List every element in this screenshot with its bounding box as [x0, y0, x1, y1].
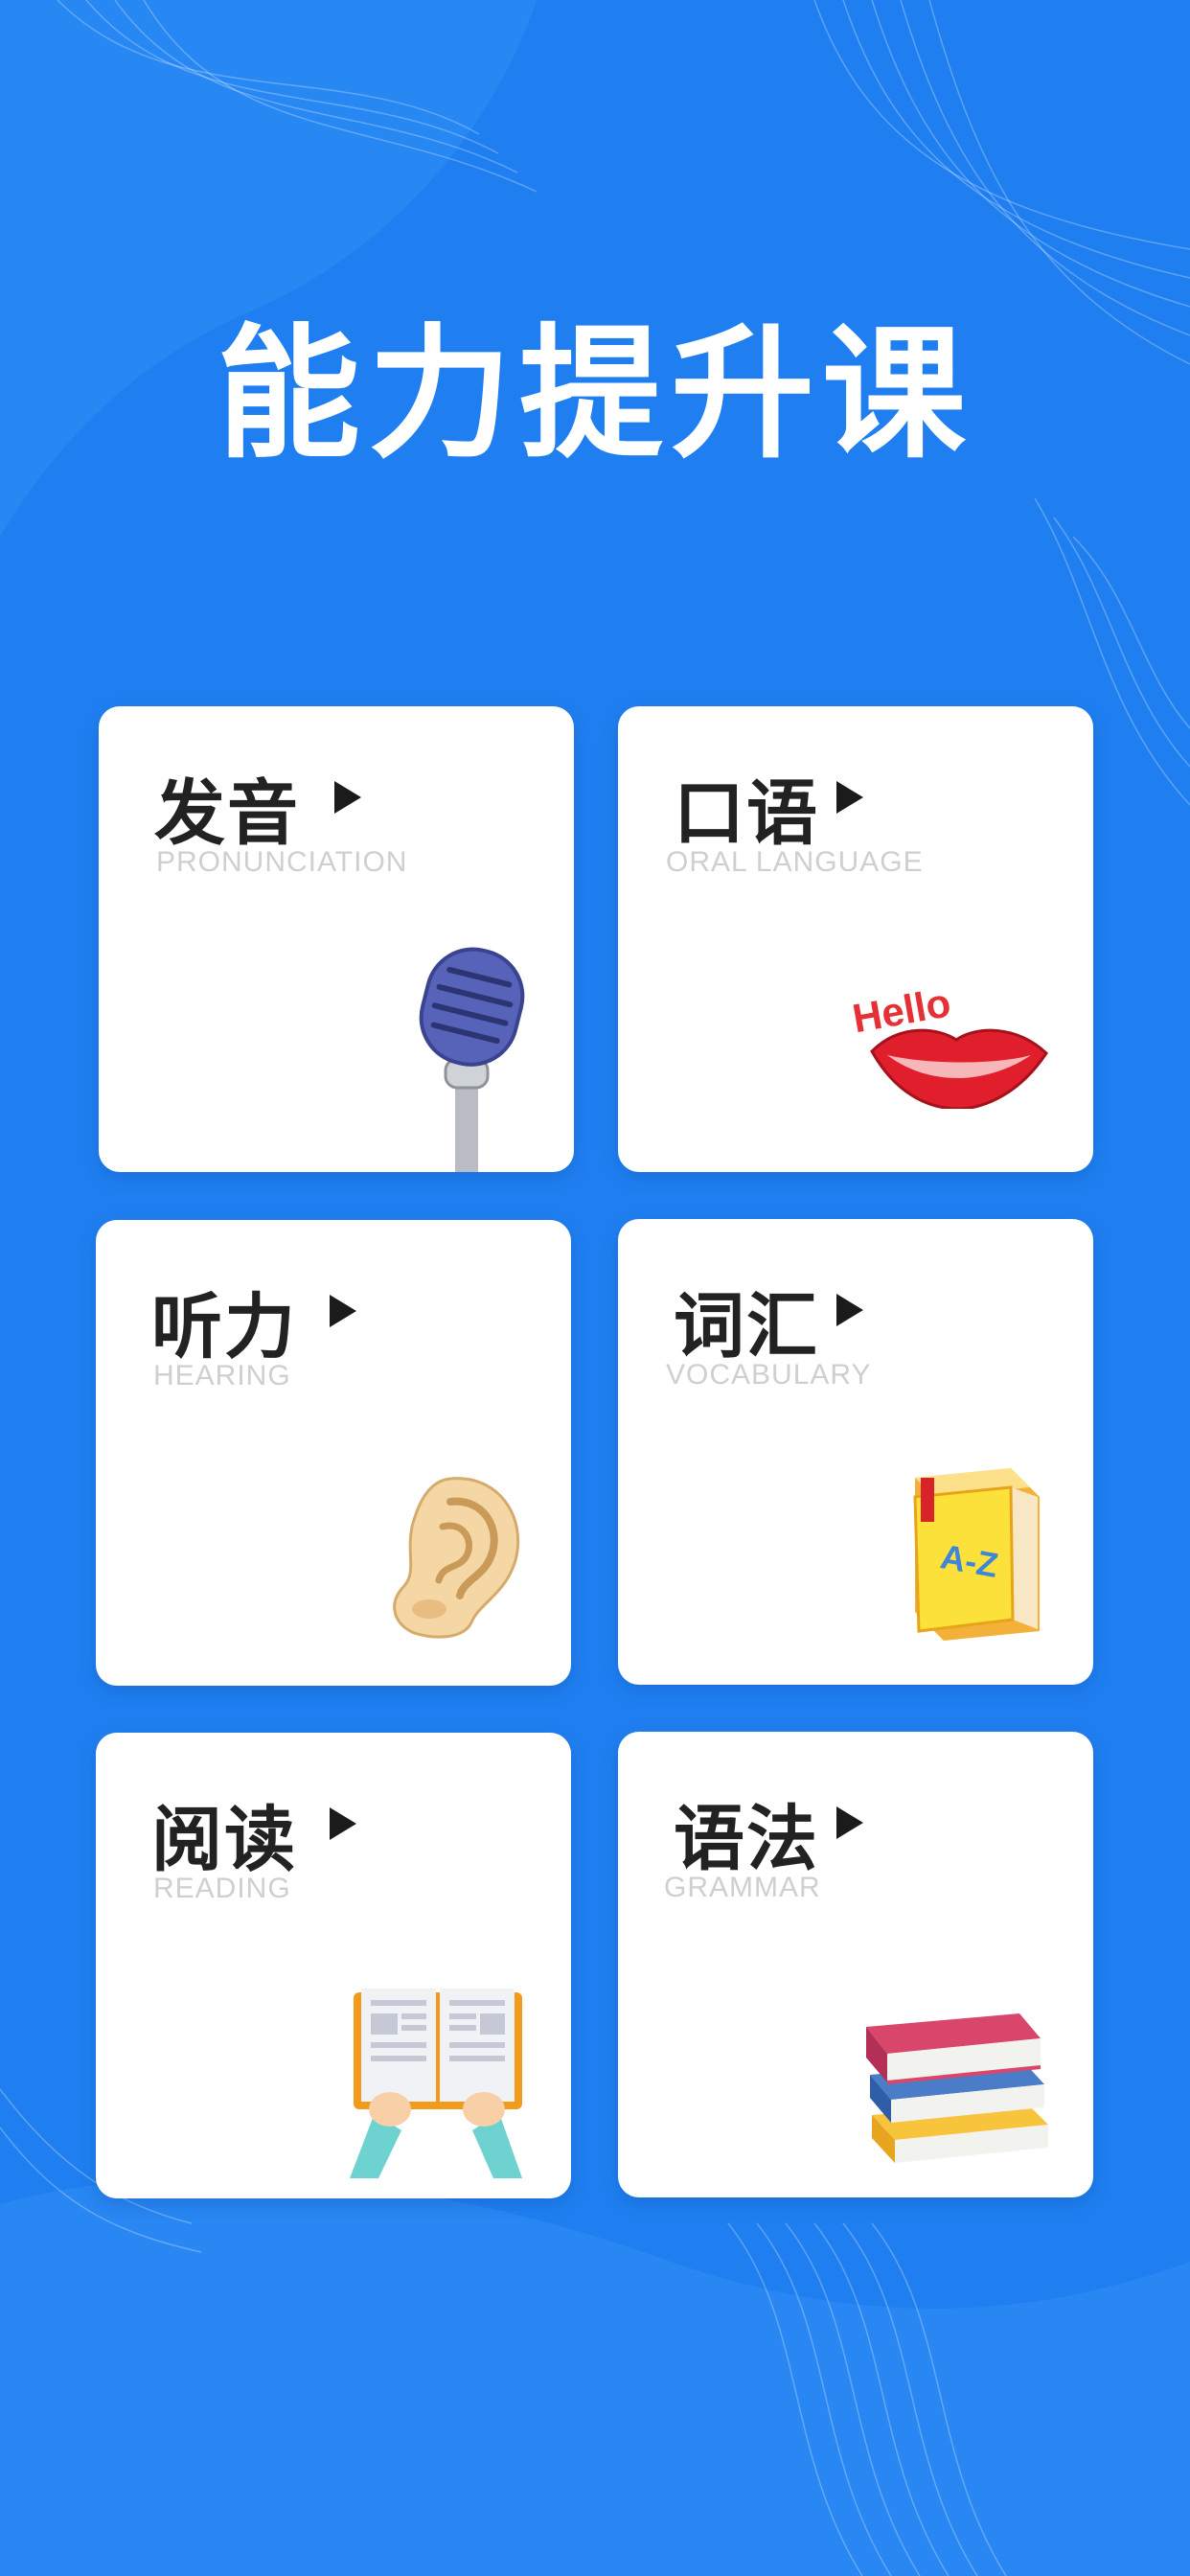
- play-arrow-icon: [334, 781, 361, 814]
- play-arrow-icon: [330, 1295, 356, 1327]
- card-title: 听力: [151, 1286, 297, 1368]
- card-reading[interactable]: 阅读 READING: [96, 1733, 571, 2198]
- card-subtitle: ORAL LANGUAGE: [666, 846, 924, 878]
- card-subtitle: VOCABULARY: [666, 1359, 872, 1391]
- ear-icon: [393, 1477, 520, 1639]
- card-title: 词汇: [674, 1285, 819, 1368]
- az-dictionary-icon: A-Z: [913, 1468, 1040, 1641]
- microphone-icon: [419, 947, 525, 1172]
- play-arrow-icon: [836, 1294, 863, 1326]
- card-pronunciation[interactable]: 发音 PRONUNCIATION: [99, 706, 574, 1172]
- card-title: 发音: [154, 772, 300, 855]
- card-vocabulary[interactable]: 词汇 VOCABULARY A-Z: [618, 1219, 1093, 1685]
- card-oral-language[interactable]: 口语 ORAL LANGUAGE Hello: [618, 706, 1093, 1172]
- open-book-hands-icon: [350, 1989, 522, 2178]
- card-subtitle: GRAMMAR: [664, 1872, 821, 1903]
- hello-lips-icon: Hello: [849, 979, 1048, 1109]
- play-arrow-icon: [836, 781, 863, 814]
- card-hearing[interactable]: 听力 HEARING: [96, 1220, 571, 1686]
- play-arrow-icon: [330, 1807, 356, 1840]
- play-arrow-icon: [836, 1806, 863, 1839]
- page-title: 能力提升课: [216, 311, 973, 478]
- card-subtitle: HEARING: [153, 1360, 291, 1392]
- card-title: 语法: [674, 1798, 819, 1880]
- card-subtitle: READING: [153, 1873, 291, 1904]
- card-title: 口语: [674, 772, 819, 855]
- card-subtitle: PRONUNCIATION: [156, 846, 408, 878]
- book-stack-icon: [866, 2013, 1048, 2163]
- card-title: 阅读: [151, 1799, 297, 1881]
- card-grammar[interactable]: 语法 GRAMMAR: [618, 1732, 1093, 2197]
